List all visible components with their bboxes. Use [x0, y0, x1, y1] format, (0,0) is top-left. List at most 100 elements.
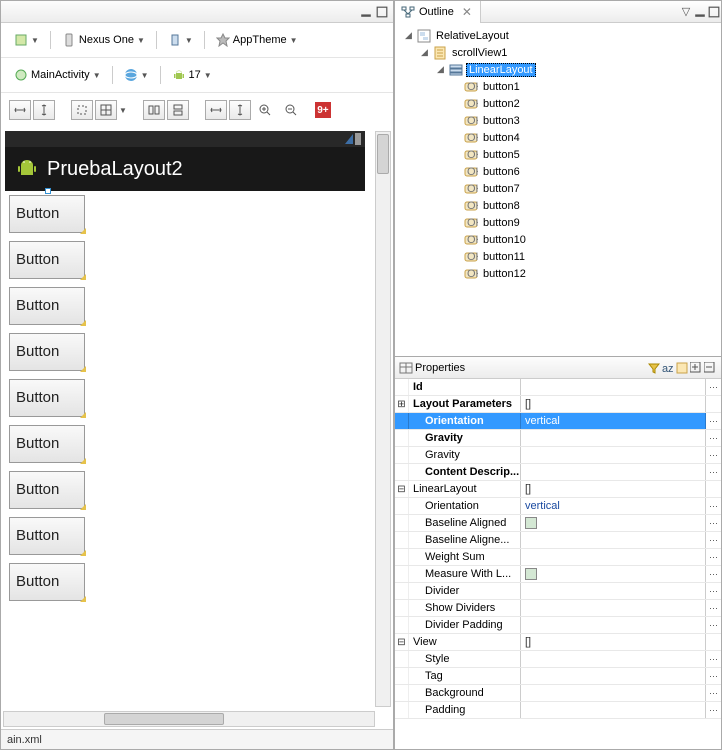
- preview-button[interactable]: Button: [9, 287, 85, 325]
- activity-dropdown[interactable]: MainActivity▼: [9, 64, 106, 86]
- prop-orientation[interactable]: Orientationvertical⋯: [395, 413, 721, 430]
- outline-tree[interactable]: ◢ RelativeLayout ◢ scrollView1 ◢ LinearL…: [395, 23, 721, 356]
- expand-icon[interactable]: [689, 361, 703, 375]
- svg-text:OK: OK: [467, 132, 478, 144]
- android-status-bar: [5, 131, 365, 147]
- svg-text:OK: OK: [467, 268, 478, 280]
- minimize-icon[interactable]: [359, 5, 373, 19]
- tree-row-scrollview[interactable]: ◢ scrollView1: [397, 44, 719, 61]
- expand-v-icon[interactable]: [33, 100, 55, 120]
- prop-measure[interactable]: Measure With L...⋯: [395, 566, 721, 583]
- tree-row-button[interactable]: OKbutton2: [397, 95, 719, 112]
- preview-h-scrollbar[interactable]: [3, 711, 375, 727]
- prop-baseline-idx[interactable]: Baseline Aligne...⋯: [395, 532, 721, 549]
- filter-icon[interactable]: [647, 361, 661, 375]
- prop-content-desc[interactable]: Content Descrip...⋯: [395, 464, 721, 481]
- prop-id[interactable]: Id⋯: [395, 379, 721, 396]
- view-menu-icon[interactable]: ▽: [679, 5, 693, 19]
- editor-tab[interactable]: ain.xml: [1, 729, 393, 749]
- theme-label: AppTheme: [233, 34, 287, 46]
- device-preview-area: PruebaLayout2 Button Button Button Button Bu…: [1, 127, 393, 729]
- prop-weight[interactable]: Weight Sum⋯: [395, 549, 721, 566]
- fit-v-icon[interactable]: [229, 100, 251, 120]
- prop-view[interactable]: ⊟View[]: [395, 634, 721, 651]
- tree-row-button[interactable]: OKbutton1: [397, 78, 719, 95]
- zoom-out-icon[interactable]: [279, 99, 303, 121]
- advanced-icon[interactable]: [675, 361, 689, 375]
- svg-text:OK: OK: [467, 251, 478, 263]
- preview-button[interactable]: Button: [9, 425, 85, 463]
- prop-padding[interactable]: Padding⋯: [395, 702, 721, 719]
- prop-baseline[interactable]: Baseline Aligned⋯: [395, 515, 721, 532]
- fit-h-icon[interactable]: [205, 100, 227, 120]
- lint-badge[interactable]: 9+: [315, 102, 331, 118]
- tree-row-relativelayout[interactable]: ◢ RelativeLayout: [397, 27, 719, 44]
- show-outline-icon[interactable]: [71, 100, 93, 120]
- orientation-dropdown[interactable]: ▼: [163, 29, 198, 51]
- preview-button[interactable]: Button: [9, 471, 85, 509]
- prop-show-dividers[interactable]: Show Dividers⋯: [395, 600, 721, 617]
- expand-h-icon[interactable]: [9, 100, 31, 120]
- tree-row-button[interactable]: OKbutton6: [397, 163, 719, 180]
- tree-row-linearlayout[interactable]: ◢ LinearLayout: [397, 61, 719, 78]
- tree-row-button[interactable]: OKbutton3: [397, 112, 719, 129]
- prop-style[interactable]: Style⋯: [395, 651, 721, 668]
- svg-text:OK: OK: [467, 234, 478, 246]
- api-label: 17: [189, 69, 201, 81]
- preview-v-scrollbar[interactable]: [375, 131, 391, 707]
- api-dropdown[interactable]: 17▼: [167, 64, 217, 86]
- tree-row-button[interactable]: OKbutton12: [397, 265, 719, 282]
- zoom-in-icon[interactable]: [253, 99, 277, 121]
- svg-text:z: z: [668, 363, 674, 374]
- prop-divider[interactable]: Divider⋯: [395, 583, 721, 600]
- activity-toolbar: MainActivity▼ ▼ 17▼: [1, 57, 393, 92]
- tree-row-button[interactable]: OKbutton4: [397, 129, 719, 146]
- prop-tag[interactable]: Tag⋯: [395, 668, 721, 685]
- properties-header: Properties az: [395, 357, 721, 379]
- close-icon[interactable]: ✕: [462, 5, 472, 19]
- preview-button[interactable]: Button: [9, 563, 85, 601]
- layout-rows-icon[interactable]: [167, 100, 189, 120]
- right-pane: Outline ✕ ▽ ◢ RelativeLayout ◢ scrollVie…: [394, 0, 722, 750]
- preview-button[interactable]: Button: [9, 517, 85, 555]
- config-dropdown[interactable]: ▼: [9, 29, 44, 51]
- prop-background[interactable]: Background⋯: [395, 685, 721, 702]
- view-toolbar: ▼ 9+: [1, 92, 393, 127]
- tree-row-button[interactable]: OKbutton8: [397, 197, 719, 214]
- tree-row-button[interactable]: OKbutton10: [397, 231, 719, 248]
- outline-tab-label: Outline: [419, 6, 454, 18]
- locale-dropdown[interactable]: ▼: [119, 64, 154, 86]
- maximize-icon[interactable]: [375, 5, 389, 19]
- properties-table[interactable]: Id⋯ ⊞Layout Parameters[] Orientationvert…: [395, 379, 721, 749]
- prop-div-padding[interactable]: Divider Padding⋯: [395, 617, 721, 634]
- preview-button[interactable]: Button: [9, 379, 85, 417]
- tree-row-button[interactable]: OKbutton5: [397, 146, 719, 163]
- activity-label: MainActivity: [31, 69, 90, 81]
- prop-gravity[interactable]: Gravity⋯: [395, 430, 721, 447]
- show-grid-icon[interactable]: [95, 100, 117, 120]
- prop-orientation2[interactable]: Orientationvertical⋯: [395, 498, 721, 515]
- svg-text:OK: OK: [467, 149, 478, 161]
- preview-button[interactable]: Button: [9, 333, 85, 371]
- tree-row-button[interactable]: OKbutton7: [397, 180, 719, 197]
- outline-tab[interactable]: Outline ✕: [395, 1, 481, 23]
- tree-row-button[interactable]: OKbutton9: [397, 214, 719, 231]
- theme-dropdown[interactable]: AppTheme▼: [211, 29, 303, 51]
- android-title-bar: PruebaLayout2: [5, 147, 365, 191]
- collapse-icon[interactable]: [703, 361, 717, 375]
- prop-layout-params[interactable]: ⊞Layout Parameters[]: [395, 396, 721, 413]
- prop-gravity2[interactable]: Gravity⋯: [395, 447, 721, 464]
- svg-text:OK: OK: [467, 200, 478, 212]
- device-dropdown[interactable]: Nexus One▼: [57, 29, 150, 51]
- sort-icon[interactable]: az: [661, 361, 675, 375]
- device-preview[interactable]: PruebaLayout2 Button Button Button Button Bu…: [5, 131, 375, 707]
- minimize-icon[interactable]: [693, 5, 707, 19]
- app-icon: [15, 157, 39, 181]
- preview-button[interactable]: Button: [9, 241, 85, 279]
- outline-tab-bar: Outline ✕ ▽: [395, 1, 721, 23]
- prop-linearlayout[interactable]: ⊟LinearLayout[]: [395, 481, 721, 498]
- maximize-icon[interactable]: [707, 5, 721, 19]
- layout-cols-icon[interactable]: [143, 100, 165, 120]
- tree-row-button[interactable]: OKbutton11: [397, 248, 719, 265]
- preview-button[interactable]: Button: [9, 195, 85, 233]
